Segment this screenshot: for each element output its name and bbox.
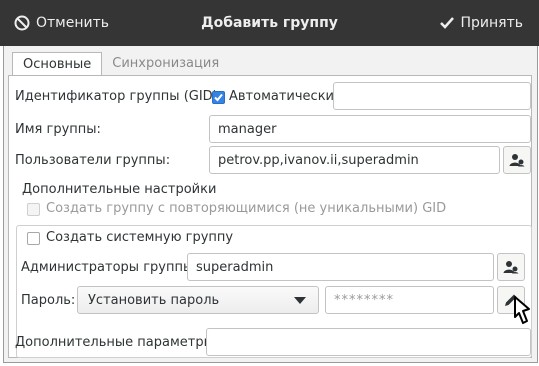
gid-auto-label: Автоматически	[229, 89, 335, 104]
system-group-label: Создать системную группу	[46, 230, 234, 245]
password-mode-value: Установить пароль	[88, 292, 220, 308]
password-label: Пароль:	[21, 293, 76, 308]
tab-bar: Основные Синхронизация	[12, 52, 229, 75]
nonunique-gid-checkbox[interactable]	[27, 203, 40, 216]
users-picker-button[interactable]	[503, 146, 531, 174]
password-field[interactable]: ********	[325, 286, 494, 314]
chevron-down-icon	[294, 297, 306, 304]
name-label: Имя группы:	[15, 122, 101, 137]
nonunique-gid-label: Создать группу с повторяющимися (не уник…	[46, 201, 447, 216]
gid-label: Идентификатор группы (GID):	[15, 89, 223, 104]
gid-auto-checkbox[interactable]	[212, 91, 225, 104]
system-group-checkbox[interactable]	[27, 232, 40, 245]
cancel-label: Отменить	[36, 15, 110, 31]
tab-page-general: Идентификатор группы (GID): Автоматическ…	[8, 75, 532, 358]
gid-field[interactable]	[333, 82, 531, 110]
admins-label: Администраторы группы:	[21, 260, 198, 275]
dialog-body: Основные Синхронизация Идентификатор гру…	[3, 46, 538, 363]
checkmark-icon	[214, 93, 223, 102]
cancel-circle-icon	[14, 15, 30, 31]
users-label: Пользователи группы:	[15, 153, 171, 168]
extra-params-label: Дополнительные параметры:	[15, 335, 219, 350]
advanced-settings-legend: Дополнительные настройки	[20, 182, 219, 197]
extra-params-field[interactable]	[206, 328, 531, 356]
cancel-button[interactable]: Отменить	[14, 0, 109, 46]
user-group-icon	[503, 261, 519, 274]
tab-sync[interactable]: Синхронизация	[102, 52, 229, 75]
accept-label: Принять	[460, 15, 524, 31]
mouse-cursor-icon	[514, 296, 530, 324]
group-users-field[interactable]: petrov.pp,ivanov.ii,superadmin	[209, 146, 500, 174]
password-mode-select[interactable]: Установить пароль	[77, 286, 319, 314]
accept-button[interactable]: Принять	[439, 0, 524, 46]
titlebar: Отменить Добавить группу Принять	[0, 0, 539, 46]
group-name-field[interactable]: manager	[209, 115, 531, 143]
user-group-icon	[509, 154, 525, 167]
tab-general[interactable]: Основные	[12, 52, 103, 75]
checkmark-icon	[439, 17, 454, 29]
group-admins-field[interactable]: superadmin	[187, 253, 494, 281]
admins-picker-button[interactable]	[497, 253, 525, 281]
